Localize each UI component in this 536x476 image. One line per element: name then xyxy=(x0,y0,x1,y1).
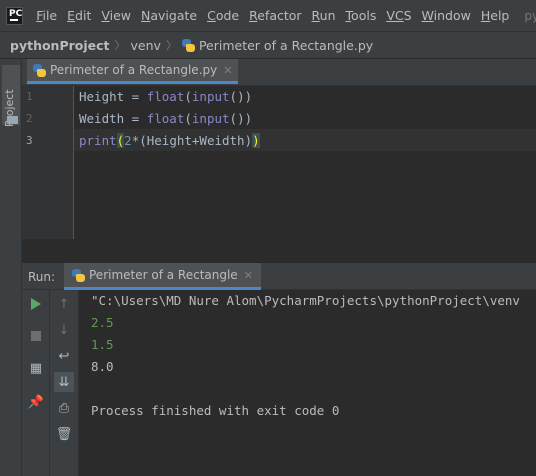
code-line-1[interactable]: Height = float(input()) xyxy=(79,89,252,104)
menu-window[interactable]: Window xyxy=(417,8,476,23)
close-icon[interactable]: ✕ xyxy=(223,64,232,77)
print-button[interactable]: ⎙ xyxy=(54,398,74,418)
run-console[interactable]: "C:\Users\MD Nure Alom\PycharmProjects\p… xyxy=(79,290,536,476)
restore-layout-button[interactable]: ▦ xyxy=(26,358,46,378)
up-stack-button[interactable]: ↑ xyxy=(54,294,74,314)
python-run-config-icon xyxy=(72,268,85,282)
console-input-line: 1.5 xyxy=(91,337,114,352)
code-line-2[interactable]: Weidth = float(input()) xyxy=(79,111,252,126)
editor-run-splitter xyxy=(22,239,536,263)
trash-icon: 🗑 xyxy=(55,426,73,442)
arrow-down-icon: ↓ xyxy=(58,322,70,338)
play-icon xyxy=(31,298,41,310)
window-title: pytho xyxy=(524,8,536,23)
breadcrumb: pythonProject 〉 venv 〉 Perimeter of a Re… xyxy=(0,31,536,59)
editor-tab-bar: Perimeter of a Rectangle.py ✕ xyxy=(22,59,536,86)
layout-icon: ▦ xyxy=(29,360,43,376)
run-tab-perimeter[interactable]: Perimeter of a Rectangle ✕ xyxy=(64,263,261,290)
menu-code[interactable]: Code xyxy=(202,8,244,23)
run-tool-window-header: Run: Perimeter of a Rectangle ✕ xyxy=(22,263,536,290)
breadcrumb-folder[interactable]: venv xyxy=(131,38,161,53)
line-number: 3 xyxy=(26,134,33,147)
code-editor[interactable]: Height = float(input()) Weidth = float(i… xyxy=(74,86,536,239)
menu-tools[interactable]: Tools xyxy=(341,8,382,23)
pin-icon: 📌 xyxy=(27,394,45,410)
chevron-right-icon: 〉 xyxy=(165,39,177,52)
menu-file[interactable]: File xyxy=(31,8,62,23)
chevron-right-icon: 〉 xyxy=(114,39,126,52)
python-file-icon xyxy=(181,38,195,52)
python-file-icon xyxy=(33,63,46,77)
menu-help[interactable]: Help xyxy=(476,8,515,23)
menu-bar: PC File Edit View Navigate Code Refactor… xyxy=(0,0,536,31)
line-number-gutter: 1 2 3 xyxy=(22,86,74,239)
console-input-line: 2.5 xyxy=(91,315,114,330)
scroll-to-end-icon: ⇊ xyxy=(58,374,70,390)
printer-icon: ⎙ xyxy=(58,400,70,416)
soft-wrap-icon: ↩ xyxy=(58,348,70,364)
menu-edit[interactable]: Edit xyxy=(62,8,96,23)
stop-button[interactable] xyxy=(26,326,46,346)
line-number: 2 xyxy=(26,112,33,125)
menu-view[interactable]: View xyxy=(96,8,136,23)
editor-tab-perimeter[interactable]: Perimeter of a Rectangle.py ✕ xyxy=(27,59,239,84)
menu-refactor[interactable]: Refactor xyxy=(244,8,306,23)
code-line-3[interactable]: print(2*(Height+Weidth)) xyxy=(79,133,260,148)
rerun-button[interactable] xyxy=(26,294,46,314)
arrow-up-icon: ↑ xyxy=(58,296,70,312)
run-label: Run: xyxy=(28,270,56,284)
editor-tab-label: Perimeter of a Rectangle.py xyxy=(50,63,218,77)
console-exit-line: Process finished with exit code 0 xyxy=(91,403,340,418)
down-stack-button[interactable]: ↓ xyxy=(54,320,74,340)
menu-navigate[interactable]: Navigate xyxy=(136,8,202,23)
breadcrumb-file[interactable]: Perimeter of a Rectangle.py xyxy=(199,38,373,53)
line-number: 1 xyxy=(26,90,33,103)
pin-tab-button[interactable]: 📌 xyxy=(26,392,46,412)
breadcrumb-project[interactable]: pythonProject xyxy=(10,38,110,53)
close-icon[interactable]: ✕ xyxy=(244,269,253,282)
folder-icon xyxy=(7,116,18,124)
stop-icon xyxy=(31,331,41,341)
left-tool-strip: Project xyxy=(0,59,22,476)
console-output-line: 8.0 xyxy=(91,359,114,374)
pycharm-logo-icon: PC xyxy=(6,6,24,25)
run-tab-label: Perimeter of a Rectangle xyxy=(89,268,238,282)
project-tool-window-button[interactable]: Project xyxy=(2,65,20,127)
run-toolbar-secondary: ↑ ↓ ↩ ⇊ ⎙ 🗑 xyxy=(50,290,79,476)
menu-run[interactable]: Run xyxy=(307,8,341,23)
run-toolbar-primary: ▦ 📌 xyxy=(22,290,50,476)
menu-vcs[interactable]: VCS xyxy=(381,8,416,23)
console-command-line: "C:\Users\MD Nure Alom\PycharmProjects\p… xyxy=(91,293,520,308)
soft-wrap-button[interactable]: ↩ xyxy=(54,346,74,366)
scroll-to-end-button[interactable]: ⇊ xyxy=(54,372,74,392)
clear-all-button[interactable]: 🗑 xyxy=(54,424,74,444)
